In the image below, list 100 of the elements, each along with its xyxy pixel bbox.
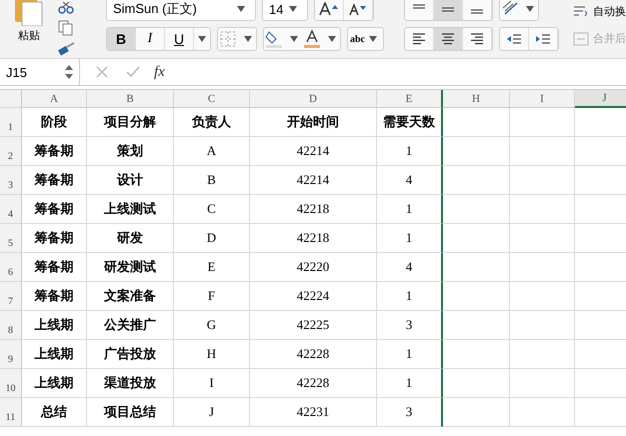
row-header[interactable]: 10 [0,369,22,398]
table-cell: A [174,137,250,166]
table-cell: H [174,340,250,369]
table-cell: 3 [377,311,443,340]
wrap-text-icon [573,4,589,18]
check-icon[interactable] [126,66,140,78]
column-header[interactable]: C [174,90,250,108]
italic-button[interactable]: I [136,28,165,50]
table-cell: 筹备期 [22,137,87,166]
table-cell: C [174,195,250,224]
dropdown-arrow-icon[interactable] [198,36,206,42]
column-header[interactable]: I [510,90,575,108]
decrease-indent-icon [506,33,522,45]
font-name-field[interactable]: SimSun (正文) [106,0,256,21]
insert-function-button[interactable]: fx [154,64,165,80]
align-middle-button[interactable] [434,0,463,20]
table-cell: 总结 [22,398,87,427]
table-cell: 3 [377,398,443,427]
table-cell: F [174,282,250,311]
table-cell: 42231 [250,398,377,427]
row-header[interactable]: 6 [0,253,22,282]
text-effects-button[interactable]: abc [347,27,384,51]
column-header[interactable]: E [377,90,443,108]
table-cell: 1 [377,282,443,311]
row-header[interactable]: 5 [0,224,22,253]
row-header[interactable]: 4 [0,195,22,224]
table-cell: 42214 [250,166,377,195]
table-cell: 1 [377,369,443,398]
column-header[interactable]: A [22,90,87,108]
column-header[interactable]: B [87,90,174,108]
table-cell: 上线期 [22,369,87,398]
column-header[interactable]: D [250,90,377,108]
empty-cell [443,340,510,369]
table-cell: 42228 [250,340,377,369]
underline-button[interactable]: U [165,28,194,50]
dropdown-arrow-icon[interactable] [369,36,377,42]
dropdown-arrow-icon[interactable] [237,6,245,12]
empty-cell [510,340,575,369]
empty-cell [510,166,575,195]
table-cell: 阶段 [22,108,87,137]
empty-cell [510,108,575,137]
row-header[interactable]: 11 [0,398,22,427]
empty-cell [443,195,510,224]
text-effects-label: abc [350,34,365,44]
table-cell: B [174,166,250,195]
scissors-icon[interactable] [58,2,74,14]
row-header[interactable]: 3 [0,166,22,195]
row-header[interactable]: 8 [0,311,22,340]
font-size-field[interactable]: 14 [262,0,308,21]
table-cell: 上线期 [22,340,87,369]
table-cell: 筹备期 [22,195,87,224]
table-cell: 42225 [250,311,377,340]
row-header[interactable]: 7 [0,282,22,311]
align-center-button[interactable] [434,28,463,50]
dropdown-arrow-icon[interactable] [290,36,298,42]
empty-cell [443,224,510,253]
table-cell: 上线测试 [87,195,174,224]
increase-indent-icon [535,33,551,45]
column-header[interactable]: H [443,90,510,108]
empty-cell [443,398,510,427]
empty-cell [443,166,510,195]
copy-icon[interactable] [58,20,74,36]
table-cell: 42228 [250,369,377,398]
column-header[interactable]: J [575,90,626,108]
table-cell: 项目总结 [87,398,174,427]
table-cell: 研发 [87,224,174,253]
brush-icon[interactable] [58,42,76,56]
align-center-icon [440,33,456,45]
table-cell: 1 [377,224,443,253]
wrap-text-button[interactable]: 自动换 [573,4,626,19]
table-cell: 1 [377,137,443,166]
empty-cell [443,282,510,311]
table-cell: 渠道投放 [87,369,174,398]
empty-cell [443,253,510,282]
table-cell: 1 [377,340,443,369]
empty-cell [510,195,575,224]
text-orientation-button[interactable] [499,0,539,21]
paste-button[interactable]: 粘贴 [8,0,50,43]
table-cell: 设计 [87,166,174,195]
name-box[interactable]: J15 [0,59,80,85]
row-header[interactable]: 2 [0,137,22,166]
borders-button[interactable] [217,27,257,51]
table-cell: 4 [377,253,443,282]
dropdown-arrow-icon[interactable] [328,36,336,42]
bold-button[interactable]: B [107,28,136,50]
dropdown-arrow-icon[interactable] [289,6,297,12]
stepper-arrows-icon[interactable] [65,65,73,79]
empty-cell [510,253,575,282]
table-cell: 需要天数 [377,108,443,137]
table-cell: 研发测试 [87,253,174,282]
table-cell: 42224 [250,282,377,311]
row-header[interactable]: 9 [0,340,22,369]
dropdown-arrow-icon[interactable] [526,6,534,12]
table-cell: 项目分解 [87,108,174,137]
align-left-icon [411,33,427,45]
dropdown-arrow-icon[interactable] [244,36,252,42]
row-header[interactable]: 1 [0,108,22,137]
empty-cell [443,108,510,137]
table-cell: 42218 [250,224,377,253]
table-cell: E [174,253,250,282]
